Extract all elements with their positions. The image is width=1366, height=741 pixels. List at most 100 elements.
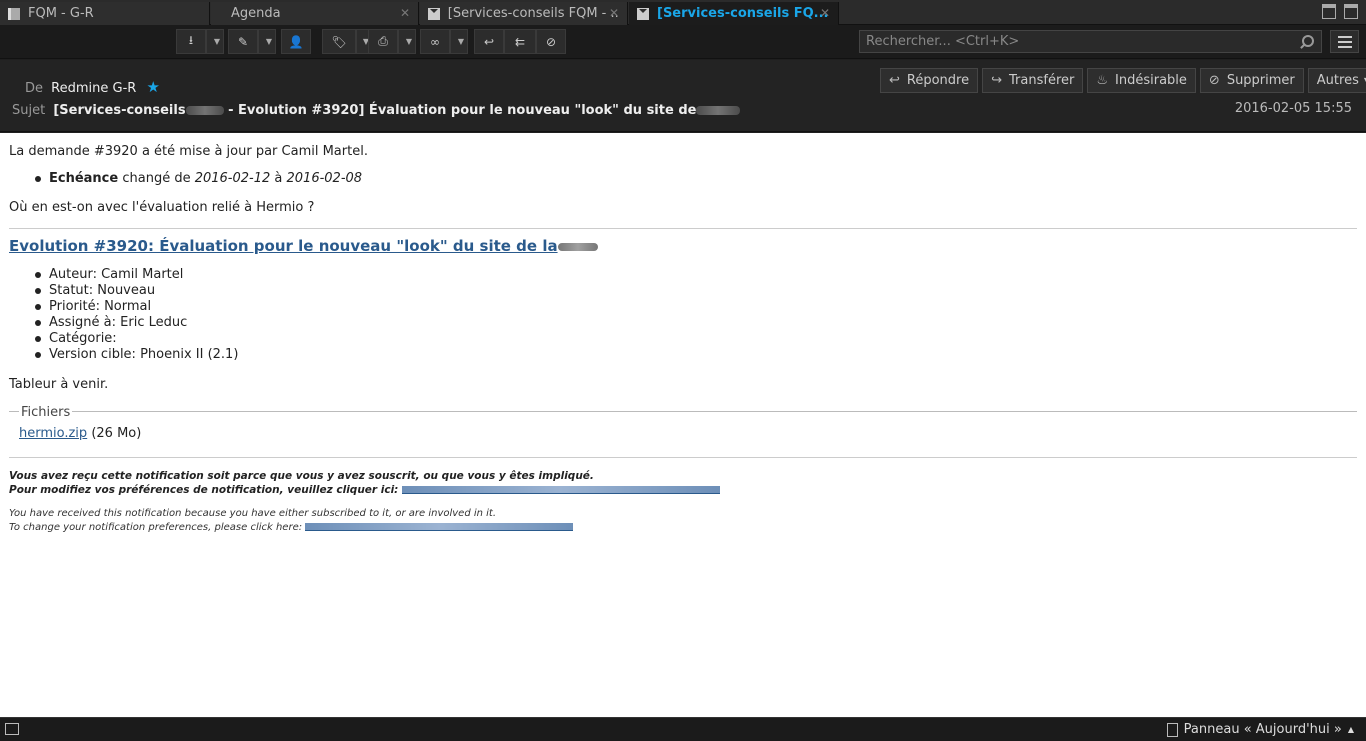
footer-en-2: To change your notification preferences,… (9, 522, 574, 533)
envelope-icon (428, 7, 440, 20)
detail-item: Version cible: Phoenix II (2.1) (33, 347, 238, 363)
chevron-down-icon: ▼ (457, 37, 465, 46)
change-list: Echéance changé de 2016-02-12 à 2016-02-… (33, 171, 362, 187)
print-group: ⎙ ▼ (368, 29, 416, 54)
hamburger-icon (1337, 35, 1352, 38)
address-book-button[interactable]: 👤 (281, 29, 311, 54)
today-pane-toggle[interactable]: Panneau « Aujourd'hui » ▲ (1166, 722, 1354, 737)
issue-details: Auteur: Camil Martel Statut: Nouveau Pri… (33, 267, 238, 363)
document-icon (8, 7, 20, 20)
subject-row: Sujet [Services-conseils - Evolution #39… (12, 103, 741, 118)
status-bar: Panneau « Aujourd'hui » ▲ (0, 717, 1366, 741)
change-item: Echéance changé de 2016-02-12 à 2016-02-… (33, 171, 362, 187)
menu-button[interactable] (1330, 30, 1359, 53)
reply-group: ↩ ⇇ ⊘ (474, 29, 566, 54)
close-icon[interactable]: ✕ (400, 6, 410, 20)
online-status-icon[interactable] (5, 723, 19, 735)
tag-icon: 🏷 (331, 34, 347, 49)
block-icon: ⊘ (545, 34, 557, 49)
file-link[interactable]: hermio.zip (19, 426, 87, 441)
tag-group: 🏷 ▼ (322, 29, 372, 54)
view-group: ∞ ▼ (420, 29, 468, 54)
file-row: hermio.zip (26 Mo) (19, 426, 141, 441)
preferences-link-fr[interactable] (402, 486, 721, 494)
other-actions-button[interactable]: Autres▼ (1307, 68, 1366, 93)
block-icon: ⊘ (1208, 73, 1220, 88)
junk-button[interactable]: ♨ Indésirable (1087, 68, 1196, 93)
reply-icon: ↩ (889, 73, 900, 88)
toolbar: ⭳ ▼ ✎ ▼ 👤 🏷 ▼ ⎙ ▼ ∞ ▼ ↩ ⇇ ⊘ Rechercher..… (0, 25, 1366, 59)
flame-icon: ♨ (1096, 73, 1109, 88)
view-button[interactable]: ∞ (420, 29, 450, 54)
star-icon[interactable]: ★ (146, 78, 159, 96)
get-mail-group: ⭳ ▼ (176, 29, 224, 54)
divider (9, 228, 1357, 229)
intro-text: La demande #3920 a été mise à jour par C… (9, 144, 368, 159)
print-dropdown[interactable]: ▼ (398, 29, 416, 54)
reply-button[interactable]: ↩ Répondre (880, 68, 979, 93)
tab-services-2[interactable]: [Services-conseils FQ... ✕ (629, 2, 839, 25)
divider (9, 457, 1357, 458)
tab-label: [Services-conseils FQM - ... (447, 6, 619, 21)
search-input[interactable]: Rechercher... <Ctrl+K> (859, 30, 1322, 53)
envelope-icon (637, 7, 649, 20)
reply-all-button[interactable]: ⇇ (504, 29, 536, 54)
detail-item: Auteur: Camil Martel (33, 267, 238, 283)
tab-services-1[interactable]: [Services-conseils FQM - ... ✕ (420, 2, 628, 25)
detail-item: Statut: Nouveau (33, 283, 238, 299)
subject-text: [Services-conseils - Evolution #3920] Év… (53, 103, 741, 118)
tasks-icon[interactable] (1344, 4, 1358, 19)
footer-en-1: You have received this notification beca… (9, 508, 497, 519)
reply-button[interactable]: ↩ (474, 29, 504, 54)
reply-icon: ↩ (483, 34, 495, 49)
delete-button[interactable]: ⊘ Supprimer (1199, 68, 1304, 93)
file-size: (26 Mo) (91, 426, 142, 441)
preferences-link-en[interactable] (305, 523, 574, 531)
message-date: 2016-02-05 15:55 (1234, 101, 1352, 116)
chevron-down-icon: ▼ (405, 37, 413, 46)
forward-button[interactable]: ↪ Transférer (982, 68, 1084, 93)
subject-label: Sujet (12, 103, 46, 118)
pencil-icon: ✎ (237, 34, 249, 49)
print-button[interactable]: ⎙ (368, 29, 398, 54)
sender-name[interactable]: Redmine G-R (51, 81, 136, 96)
search-placeholder: Rechercher... <Ctrl+K> (866, 34, 1020, 49)
detail-item: Priorité: Normal (33, 299, 238, 315)
from-row: De Redmine G-R ★ (25, 78, 160, 96)
redacted (696, 106, 741, 115)
get-mail-button[interactable]: ⭳ (176, 29, 206, 54)
message-header: De Redmine G-R ★ Sujet [Services-conseil… (0, 60, 1366, 132)
calendar-icon[interactable] (1322, 4, 1336, 19)
write-dropdown[interactable]: ▼ (258, 29, 276, 54)
question-text: Où en est-on avec l'évaluation relié à H… (9, 200, 315, 215)
redacted (557, 242, 598, 251)
write-group: ✎ ▼ (228, 29, 276, 54)
tab-label: Agenda (231, 6, 281, 21)
forward-icon: ↪ (991, 73, 1003, 88)
issue-title-link[interactable]: Evolution #3920: Évaluation pour le nouv… (9, 237, 598, 255)
get-mail-dropdown[interactable]: ▼ (206, 29, 224, 54)
files-legend: Fichiers (19, 405, 73, 420)
write-button[interactable]: ✎ (228, 29, 258, 54)
description-text: Tableur à venir. (9, 377, 109, 392)
footer-fr-1: Vous avez reçu cette notification soit p… (9, 470, 594, 482)
junk-button[interactable]: ⊘ (536, 29, 566, 54)
files-fieldset (9, 411, 1357, 412)
tab-agenda[interactable]: Agenda ✕ (211, 2, 419, 25)
close-icon[interactable]: ✕ (609, 6, 619, 20)
detail-item: Assigné à: Eric Leduc (33, 315, 238, 331)
tab-fqm[interactable]: FQM - G-R (0, 2, 210, 25)
search-icon[interactable] (1300, 35, 1314, 48)
footer-fr-2: Pour modifiez vos préférences de notific… (9, 484, 721, 496)
close-icon[interactable]: ✕ (820, 6, 830, 20)
chevron-down-icon: ▼ (213, 37, 221, 46)
calendar-icon (1166, 722, 1178, 737)
chevron-up-icon: ▲ (1347, 725, 1354, 734)
message-body: La demande #3920 a été mise à jour par C… (0, 133, 1366, 717)
download-icon: ⭳ (188, 33, 194, 47)
view-dropdown[interactable]: ▼ (450, 29, 468, 54)
tag-button[interactable]: 🏷 (322, 29, 356, 54)
tabbar-right (1322, 4, 1358, 19)
tab-bar: FQM - G-R Agenda ✕ [Services-conseils FQ… (0, 0, 1366, 25)
today-pane-label: Panneau « Aujourd'hui » (1183, 722, 1342, 737)
